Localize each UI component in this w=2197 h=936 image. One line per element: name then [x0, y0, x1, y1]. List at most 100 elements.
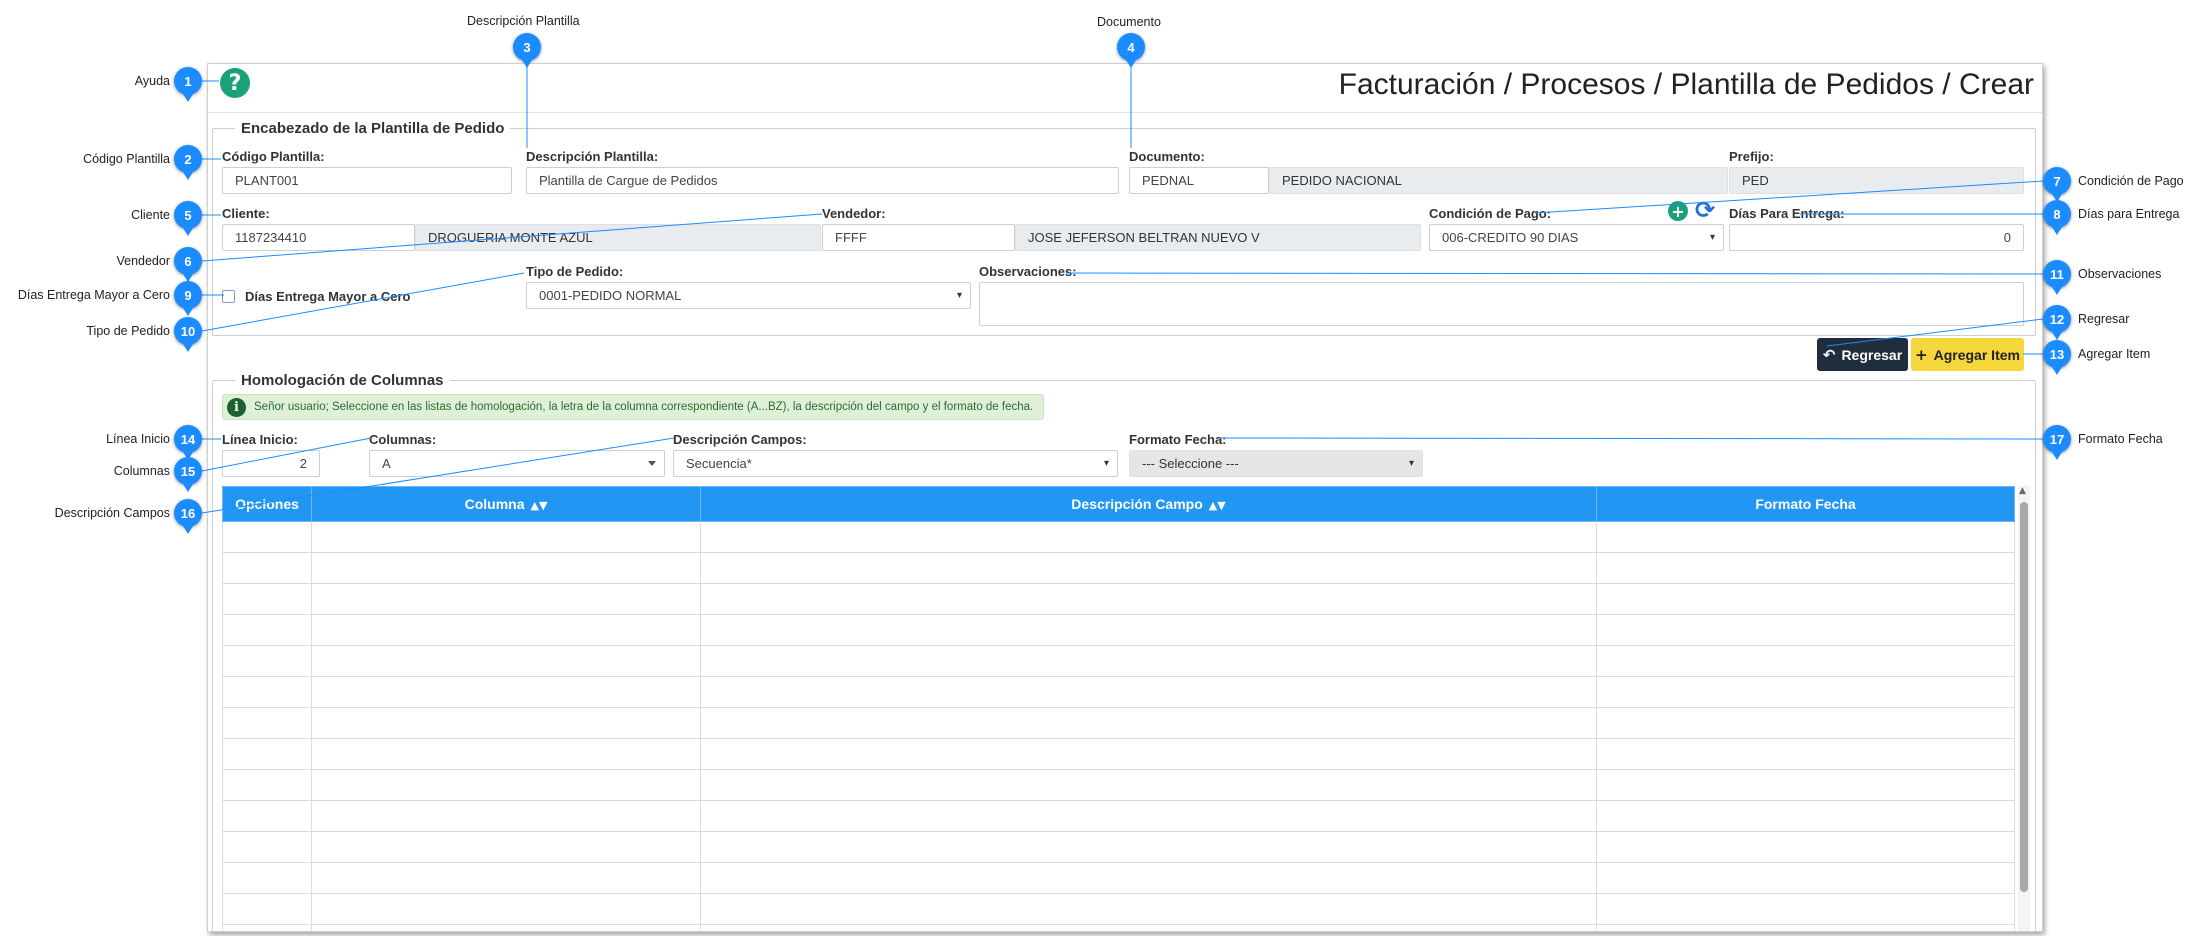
- annotation-label-documento: Documento: [1097, 15, 1161, 29]
- annotation-label-dias-mayor: Días Entrega Mayor a Cero: [17, 288, 170, 302]
- descripcion-label: Descripción Plantilla:: [526, 149, 659, 164]
- homologacion-table: Opciones Columna ▲▼ Descripción Campo ▲▼ F…: [222, 486, 2015, 931]
- table-row[interactable]: [222, 893, 2015, 925]
- table-cell: [1596, 800, 2015, 832]
- column-header-formato-fecha[interactable]: Formato Fecha: [1596, 486, 2015, 522]
- cliente-code-input[interactable]: 1187234410: [222, 224, 415, 251]
- dias-entrega-label: Días Para Entrega:: [1729, 206, 1845, 221]
- table-row[interactable]: [222, 924, 2015, 931]
- annotation-label-observaciones: Observaciones: [2078, 267, 2162, 281]
- info-icon: i: [227, 397, 246, 417]
- homologacion-legend: Homologación de Columnas: [241, 372, 444, 389]
- annotation-badge-7: 7: [2043, 167, 2071, 202]
- annotation-label-descripcion: Descripción Plantilla: [467, 14, 580, 28]
- annotation-label-columnas: Columnas: [113, 464, 170, 478]
- refresh-icon[interactable]: ⟳: [1695, 198, 1715, 222]
- table-row[interactable]: [222, 521, 2015, 553]
- plus-circle-icon[interactable]: +: [1668, 201, 1688, 221]
- table-cell: [222, 831, 312, 863]
- regresar-button-label: Regresar: [1841, 346, 1903, 363]
- annotation-badge-1: 1: [174, 67, 202, 102]
- table-row[interactable]: [222, 800, 2015, 832]
- table-cell: [311, 614, 701, 646]
- table-row[interactable]: [222, 614, 2015, 646]
- documento-code-input[interactable]: PEDNAL: [1129, 167, 1269, 194]
- condicion-label: Condición de Pago:: [1429, 206, 1552, 221]
- column-header-opciones[interactable]: Opciones: [222, 486, 312, 522]
- columnas-label: Columnas:: [369, 432, 437, 447]
- agregar-item-button[interactable]: + Agregar Item: [1911, 338, 2024, 371]
- table-cell: [311, 924, 701, 931]
- table-row[interactable]: [222, 552, 2015, 584]
- table-cell: [1596, 707, 2015, 739]
- prefijo-label: Prefijo:: [1729, 149, 1774, 164]
- table-header-row: Opciones Columna ▲▼ Descripción Campo ▲▼ F…: [222, 486, 2015, 522]
- table-cell: [311, 831, 701, 863]
- column-header-label: Descripción Campo: [1071, 496, 1203, 512]
- formato-fecha-select[interactable]: --- Seleccione --- ▾: [1129, 450, 1423, 477]
- annotation-badge-14: 14: [174, 425, 202, 460]
- columnas-select[interactable]: A: [369, 450, 665, 477]
- observaciones-textarea[interactable]: [979, 282, 2024, 326]
- table-row[interactable]: [222, 769, 2015, 801]
- table-cell: [311, 738, 701, 770]
- table-cell: [311, 800, 701, 832]
- table-cell: [1596, 924, 2015, 931]
- table-cell: [222, 614, 312, 646]
- table-cell: [700, 862, 1597, 894]
- table-cell: [1596, 614, 2015, 646]
- table-cell: [1596, 583, 2015, 615]
- column-header-descripcion-campo[interactable]: Descripción Campo ▲▼: [700, 486, 1597, 522]
- dias-mayor-label: Días Entrega Mayor a Cero: [245, 289, 411, 304]
- caret-down-icon: [648, 460, 656, 466]
- scroll-up-icon[interactable]: ▲: [2019, 486, 2026, 496]
- scrollbar-thumb[interactable]: [2020, 502, 2028, 892]
- table-row[interactable]: [222, 645, 2015, 677]
- annotation-badge-9: 9: [174, 281, 202, 316]
- annotation-badge-10: 10: [174, 317, 202, 352]
- table-scrollbar[interactable]: ▲: [2018, 486, 2030, 931]
- dias-mayor-checkbox[interactable]: [222, 290, 235, 303]
- codigo-label: Código Plantilla:: [222, 149, 325, 164]
- codigo-input[interactable]: PLANT001: [222, 167, 512, 194]
- condicion-select[interactable]: 006-CREDITO 90 DIAS ▾: [1429, 224, 1724, 251]
- app-window: ? Facturación / Procesos / Plantilla de …: [207, 63, 2043, 932]
- vendedor-code-input[interactable]: FFFF: [822, 224, 1015, 251]
- tipo-pedido-select[interactable]: 0001-PEDIDO NORMAL ▾: [526, 282, 971, 309]
- column-header-columna[interactable]: Columna ▲▼: [311, 486, 701, 522]
- chevron-down-icon: ▾: [956, 290, 962, 301]
- table-cell: [222, 800, 312, 832]
- annotation-label-agregar: Agregar Item: [2078, 347, 2151, 361]
- table-cell: [1596, 769, 2015, 801]
- annotation-label-formato-fecha: Formato Fecha: [2078, 432, 2163, 446]
- table-cell: [700, 552, 1597, 584]
- question-circle-icon[interactable]: ?: [220, 68, 250, 98]
- table-cell: [1596, 645, 2015, 677]
- table-cell: [222, 738, 312, 770]
- regresar-button[interactable]: ↶ Regresar: [1817, 338, 1908, 371]
- annotation-badge-16: 16: [174, 499, 202, 534]
- table-row[interactable]: [222, 676, 2015, 708]
- columnas-select-value: A: [382, 456, 391, 471]
- annotation-label-tipo-pedido: Tipo de Pedido: [86, 324, 170, 338]
- table-row[interactable]: [222, 583, 2015, 615]
- annotation-badge-15: 15: [174, 457, 202, 492]
- table-cell: [222, 552, 312, 584]
- linea-inicio-input[interactable]: 2: [222, 450, 320, 477]
- table-cell: [700, 583, 1597, 615]
- table-cell: [1596, 552, 2015, 584]
- plus-icon: +: [1915, 345, 1928, 364]
- annotation-badge-3: 3: [513, 33, 541, 68]
- descripcion-campos-select[interactable]: Secuencia* ▾: [673, 450, 1118, 477]
- table-row[interactable]: [222, 831, 2015, 863]
- table-cell: [700, 769, 1597, 801]
- descripcion-input[interactable]: Plantilla de Cargue de Pedidos: [526, 167, 1119, 194]
- table-row[interactable]: [222, 738, 2015, 770]
- annotation-badge-13: 13: [2043, 340, 2071, 375]
- table-row[interactable]: [222, 707, 2015, 739]
- table-row[interactable]: [222, 862, 2015, 894]
- table-body: [222, 521, 2015, 931]
- dias-entrega-input[interactable]: 0: [1729, 224, 2024, 251]
- linea-inicio-label: Línea Inicio:: [222, 432, 298, 447]
- table-cell: [700, 924, 1597, 931]
